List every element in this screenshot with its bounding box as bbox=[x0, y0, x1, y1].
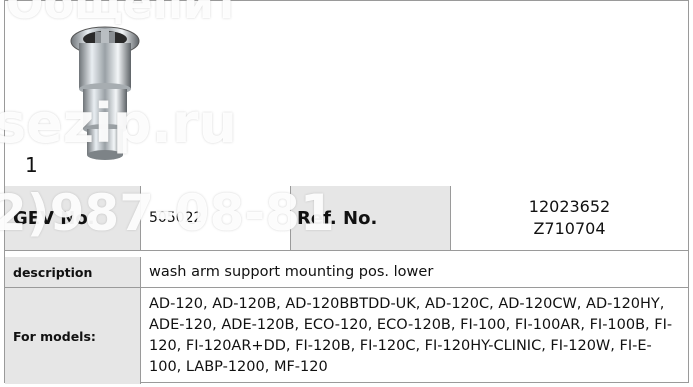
description-value: wash arm support mounting pos. lower bbox=[149, 264, 434, 280]
wash-arm-support-image bbox=[70, 26, 140, 160]
ref-values: 12023652 Z710704 bbox=[451, 186, 688, 250]
product-photo-area: 1 bbox=[5, 1, 688, 187]
ref-label: Ref. No. bbox=[291, 186, 451, 250]
models-row: For models: AD-120, AD-120B, AD-120BBTDD… bbox=[5, 288, 688, 384]
models-value: AD-120, AD-120B, AD-120BBTDD-UK, AD-120C… bbox=[149, 296, 673, 375]
ref-value-2: Z710704 bbox=[533, 219, 606, 238]
description-label: description bbox=[5, 257, 141, 287]
description-row: description wash arm support mounting po… bbox=[5, 257, 688, 288]
gev-label: GEV No. bbox=[5, 186, 141, 250]
ref-value-1: 12023652 bbox=[528, 197, 611, 216]
models-label: For models: bbox=[5, 288, 141, 384]
item-number: 1 bbox=[25, 153, 38, 177]
gev-value: 505022 bbox=[141, 186, 291, 250]
id-row: GEV No. 505022 Ref. No. 12023652 Z710704 bbox=[5, 186, 688, 251]
product-card: 1 GEV No. 505022 Ref. No. 12023652 Z7107… bbox=[4, 0, 689, 384]
